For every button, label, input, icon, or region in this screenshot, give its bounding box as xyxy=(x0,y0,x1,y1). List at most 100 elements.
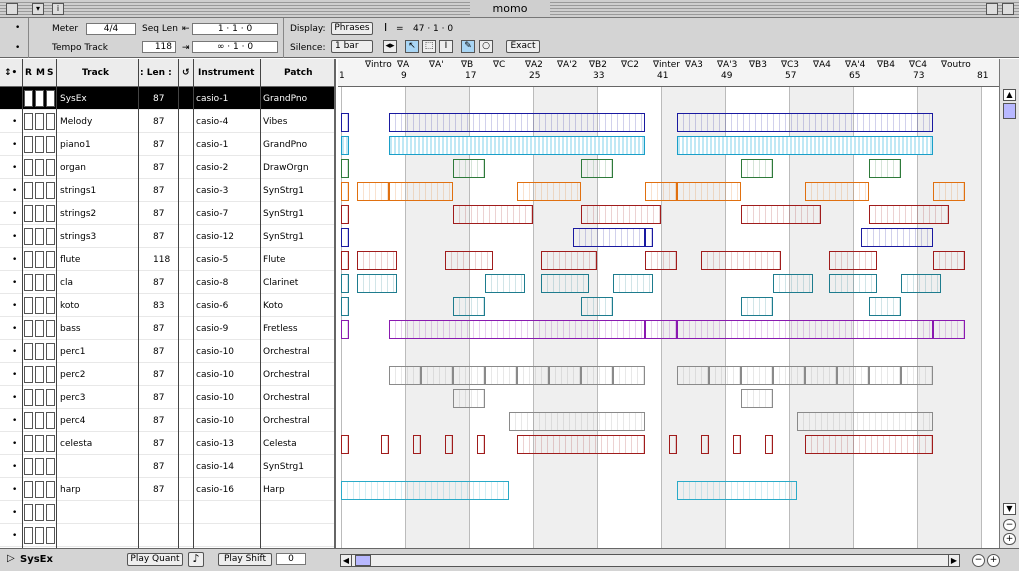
mute-toggle[interactable] xyxy=(35,274,44,291)
record-toggle[interactable] xyxy=(24,113,33,130)
solo-toggle[interactable] xyxy=(46,182,55,199)
h-zoom-in-icon[interactable]: + xyxy=(987,554,1000,567)
record-toggle[interactable] xyxy=(24,343,33,360)
mute-toggle[interactable] xyxy=(35,182,44,199)
track-row[interactable]: • strings1 87 casio-3 SynStrg1 xyxy=(0,179,334,202)
phrase-block[interactable] xyxy=(741,366,773,385)
mute-toggle[interactable] xyxy=(35,113,44,130)
mute-toggle[interactable] xyxy=(35,481,44,498)
section-marker[interactable]: ∇A3 xyxy=(685,60,703,70)
sort-icon[interactable]: ↕• xyxy=(4,68,17,78)
phrase-block[interactable] xyxy=(901,366,933,385)
phrase-block[interactable] xyxy=(549,366,581,385)
phrase-block[interactable] xyxy=(677,113,933,132)
mute-toggle[interactable] xyxy=(35,251,44,268)
phrase-block[interactable] xyxy=(357,251,397,270)
track-row[interactable]: • xyxy=(0,501,334,524)
phrase-block[interactable] xyxy=(869,159,901,178)
zoom-box-icon[interactable] xyxy=(986,3,998,15)
mute-toggle[interactable] xyxy=(35,412,44,429)
section-marker[interactable]: ∇C4 xyxy=(909,60,927,70)
solo-toggle[interactable] xyxy=(46,90,55,107)
phrase-block[interactable] xyxy=(797,412,933,431)
track-row[interactable]: • organ 87 casio-2 DrawOrgn xyxy=(0,156,334,179)
phrase-block[interactable] xyxy=(645,182,677,201)
solo-toggle[interactable] xyxy=(46,389,55,406)
scroll-thumb[interactable] xyxy=(1003,103,1016,119)
section-marker[interactable]: ∇B4 xyxy=(877,60,895,70)
track-row[interactable]: • cla 87 casio-8 Clarinet xyxy=(0,271,334,294)
marquee-tool-icon[interactable]: ⬚ xyxy=(422,40,436,53)
phrase-block[interactable] xyxy=(341,228,349,247)
phrase-block[interactable] xyxy=(677,182,741,201)
vertical-scrollbar[interactable]: ▲ ▼ − + xyxy=(999,59,1019,548)
horizontal-scrollbar[interactable]: ◀ ▶ xyxy=(340,554,960,567)
phrase-block[interactable] xyxy=(413,435,421,454)
phrase-block[interactable] xyxy=(805,435,933,454)
phrase-block[interactable] xyxy=(341,159,349,178)
record-toggle[interactable] xyxy=(24,159,33,176)
mute-toggle[interactable] xyxy=(35,458,44,475)
record-toggle[interactable] xyxy=(24,136,33,153)
phrase-block[interactable] xyxy=(741,297,773,316)
section-marker[interactable]: ∇B3 xyxy=(749,60,767,70)
section-marker[interactable]: ∇outro xyxy=(941,60,971,70)
position-end-field[interactable]: ∞ · 1 · 0 xyxy=(192,41,278,53)
mute-toggle[interactable] xyxy=(35,159,44,176)
record-toggle[interactable] xyxy=(24,297,33,314)
phrase-block[interactable] xyxy=(669,435,677,454)
solo-toggle[interactable] xyxy=(46,412,55,429)
track-row[interactable]: • perc2 87 casio-10 Orchestral xyxy=(0,363,334,386)
track-row[interactable]: • perc1 87 casio-10 Orchestral xyxy=(0,340,334,363)
track-row[interactable]: • piano1 87 casio-1 GrandPno xyxy=(0,133,334,156)
track-row[interactable]: • xyxy=(0,524,334,547)
phrase-block[interactable] xyxy=(645,228,653,247)
arrow-tool-icon[interactable]: ↖ xyxy=(405,40,419,53)
phrase-block[interactable] xyxy=(901,274,941,293)
phrase-block[interactable] xyxy=(445,435,453,454)
pencil-tool-icon[interactable]: ✎ xyxy=(461,40,475,53)
zoom-in-icon[interactable]: + xyxy=(1003,533,1016,545)
horizontal-scroll-thumb[interactable] xyxy=(355,555,371,566)
mute-toggle[interactable] xyxy=(35,205,44,222)
section-marker[interactable]: ∇A'4 xyxy=(845,60,865,70)
phrase-block[interactable] xyxy=(581,159,613,178)
ibeam-tool-icon[interactable]: I xyxy=(439,40,453,53)
solo-toggle[interactable] xyxy=(46,136,55,153)
phrase-block[interactable] xyxy=(701,251,781,270)
phrase-block[interactable] xyxy=(869,205,949,224)
record-toggle[interactable] xyxy=(24,435,33,452)
phrase-block[interactable] xyxy=(341,205,349,224)
phrase-block[interactable] xyxy=(389,113,645,132)
phrase-block[interactable] xyxy=(341,435,349,454)
arrange-window[interactable]: ∇intro ∇A ∇A' ∇B ∇C ∇A2 ∇A'2 ∇B2 ∇C2 ∇inter ∇A3 ∇A'… xyxy=(338,59,999,548)
phrase-block[interactable] xyxy=(613,366,645,385)
solo-toggle[interactable] xyxy=(46,274,55,291)
mute-toggle[interactable] xyxy=(35,90,44,107)
track-row[interactable]: • perc4 87 casio-10 Orchestral xyxy=(0,409,334,432)
phrase-block[interactable] xyxy=(677,481,797,500)
mute-toggle[interactable] xyxy=(35,228,44,245)
exact-button[interactable]: Exact xyxy=(506,40,540,53)
phrase-block[interactable] xyxy=(741,205,821,224)
phrase-block[interactable] xyxy=(741,389,773,408)
solo-toggle[interactable] xyxy=(46,504,55,521)
section-marker[interactable]: ∇B xyxy=(461,60,473,70)
record-toggle[interactable] xyxy=(24,182,33,199)
phrase-block[interactable] xyxy=(829,274,877,293)
phrase-block[interactable] xyxy=(645,320,677,339)
phrase-block[interactable] xyxy=(357,182,389,201)
play-quant-button[interactable]: Play Quant xyxy=(127,553,183,566)
play-shift-field[interactable]: 0 xyxy=(276,553,306,565)
solo-toggle[interactable] xyxy=(46,366,55,383)
record-toggle[interactable] xyxy=(24,320,33,337)
solo-toggle[interactable] xyxy=(46,458,55,475)
record-toggle[interactable] xyxy=(24,458,33,475)
record-toggle[interactable] xyxy=(24,412,33,429)
section-marker[interactable]: ∇C2 xyxy=(621,60,639,70)
section-marker[interactable]: ∇inter xyxy=(653,60,680,70)
seqlen-field[interactable]: 118 xyxy=(142,41,176,53)
phrase-block[interactable] xyxy=(445,251,493,270)
mute-toggle[interactable] xyxy=(35,389,44,406)
phrase-block[interactable] xyxy=(341,274,349,293)
